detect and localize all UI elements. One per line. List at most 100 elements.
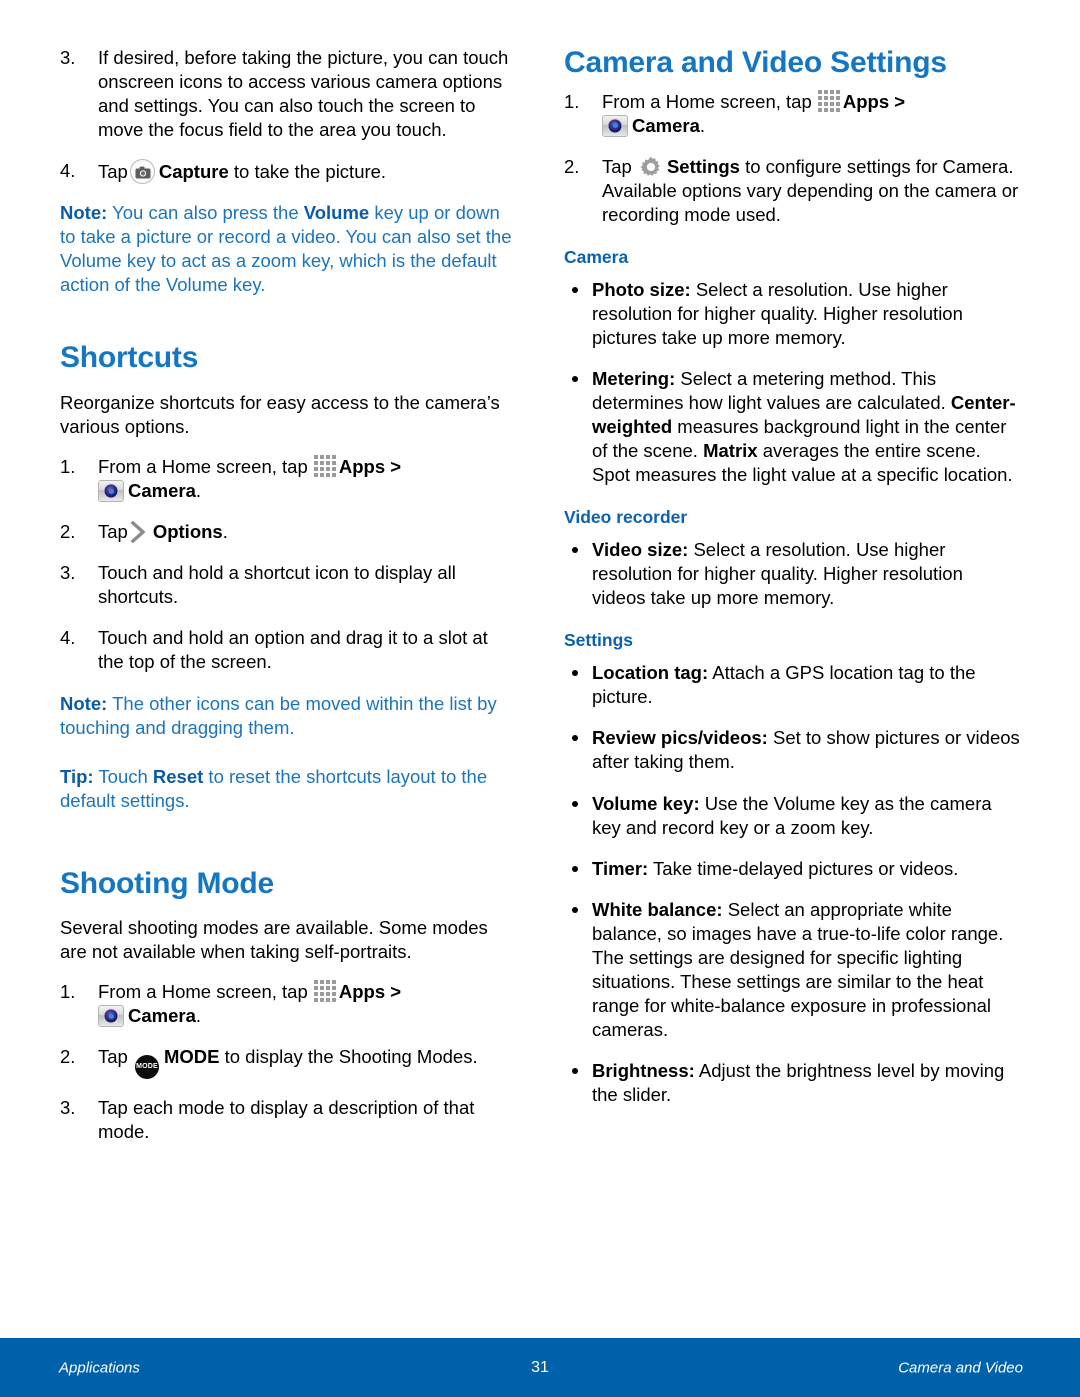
option-term: Timer [592,857,643,879]
step-number: 3. [60,47,76,68]
page-title-camera-video-settings: Camera and Video Settings [564,46,947,79]
option-term: Metering [592,367,670,389]
step-text-lead: From a Home screen, tap [602,90,812,112]
note-label: Note [60,202,102,224]
options-label: Options [152,521,223,543]
step-text-tail: to take the picture. [233,161,387,183]
list-item: Volume key: Use the Volume key as the ca… [564,792,1020,840]
option-term: Volume key [592,792,694,814]
right-column: Camera and Video Settings 1. From a Home … [564,46,1020,1162]
option-term: Brightness [592,1059,689,1081]
step-text: Tap each mode to display a description o… [98,1097,475,1143]
settings-options-list: Location tag: Attach a GPS location tag … [564,661,1020,1107]
chevron-arrow-text: > [894,90,906,112]
list-item: Timer: Take time-delayed pictures or vid… [564,857,1020,881]
mode-icon: MODE [134,1055,159,1080]
step-number: 3. [60,1097,76,1119]
chevron-right-icon [130,520,147,544]
option-term: Location tag [592,662,702,684]
camera-label: Camera [632,114,700,136]
list-item: 2. Tap Settings to configure settings for… [564,155,1020,227]
list-item: Location tag: Attach a GPS location tag … [564,661,1020,709]
settings-label: Settings [666,155,740,177]
note-part1: You can also press the [107,202,304,224]
step-number: 1. [60,456,76,478]
list-item: 1. From a Home screen, tap Apps > Camera. [60,980,516,1028]
step-number: 2. [564,155,580,177]
list-item: 4. Tap Capture to take the picture. [60,159,516,185]
list-item: Photo size: Select a resolution. Use hig… [564,278,1020,350]
apps-grid-icon [313,980,336,1003]
tip-part1: Touch [93,765,153,787]
apps-label: Apps [338,981,386,1003]
shooting-mode-intro: Several shooting modes are available. So… [60,917,488,963]
footer-chapter-label: Camera and Video [898,1359,1023,1376]
note-other-icons: Note: The other icons can be moved withi… [60,692,516,740]
camera-app-icon [98,480,124,503]
option-term: Photo size [592,278,685,300]
two-column-layout: 3. If desired, before taking the picture,… [60,46,1020,1162]
subheading-video-recorder: Video recorder [564,507,688,528]
page-title-shortcuts: Shortcuts [60,341,199,375]
tip-bold-reset: Reset [152,765,204,787]
period: . [195,1005,202,1027]
video-options-list: Video size: Select a resolution. Use hig… [564,538,1020,610]
list-item: Brightness: Adjust the brightness level … [564,1059,1020,1107]
manual-page: 3. If desired, before taking the picture,… [0,0,1080,1397]
page-footer: Applications 31 Camera and Video [0,1338,1080,1397]
shortcuts-steps-list: 1. From a Home screen, tap Apps > Camera.… [60,455,516,674]
period: . [222,521,228,543]
chevron-arrow-text: > [390,456,402,478]
step-text-lead: Tap [98,161,128,183]
option-description: Take time-delayed pictures or videos. [648,857,959,879]
list-item: 1. From a Home screen, tap Apps > Camera. [564,89,1020,138]
list-item: 2. Tap Options. [60,520,516,544]
step-text-tail: to display the Shooting Modes. [224,1046,478,1068]
camera-settings-steps-list: 1. From a Home screen, tap Apps > Camera.… [564,89,1020,227]
step-text-lead: Tap [98,521,128,543]
camera-label: Camera [128,480,196,502]
apps-grid-icon [313,455,336,478]
step-number: 2. [60,1046,76,1068]
list-item: White balance: Select an appropriate whi… [564,898,1020,1042]
step-text: Touch and hold a shortcut icon to displa… [98,562,456,608]
camera-app-icon [602,114,628,137]
subheading-camera: Camera [564,246,629,267]
list-item: Video size: Select a resolution. Use hig… [564,538,1020,610]
apps-grid-icon [817,89,840,112]
list-item: 3. If desired, before taking the picture,… [60,46,516,142]
period: . [699,114,706,136]
step-number: 1. [564,90,580,112]
step-number: 3. [60,562,76,584]
tip-label: Tip [60,765,88,787]
option-term: Review pics/videos [592,727,762,749]
period: . [195,480,202,502]
list-item: Review pics/videos: Set to show pictures… [564,726,1020,774]
step-number: 4. [60,160,76,182]
list-item: 3. Tap each mode to display a description… [60,1096,516,1144]
camera-label: Camera [128,1005,196,1027]
list-item: 4. Touch and hold an option and drag it t… [60,626,516,674]
shooting-mode-steps-list: 1. From a Home screen, tap Apps > Camera.… [60,980,516,1144]
tip-reset: Tip: Touch Reset to reset the shortcuts … [60,765,516,813]
step-number: 4. [60,627,76,649]
step-text-lead: From a Home screen, tap [98,456,308,478]
step-text-tail: to configure settings for Camera. Availa… [602,155,1019,225]
page-title-shooting-mode: Shooting Mode [60,866,275,900]
capture-steps-list: 3. If desired, before taking the picture,… [60,46,516,185]
apps-label: Apps [338,456,386,478]
step-text: If desired, before taking the picture, y… [98,47,509,141]
apps-label: Apps [842,90,890,112]
camera-app-icon [98,1005,124,1028]
camera-options-list: Photo size: Select a resolution. Use hig… [564,278,1020,487]
option-term: Video size [592,539,683,561]
step-text-bold: Capture [158,161,229,183]
note-label: Note [60,693,102,715]
step-number: 1. [60,981,76,1003]
note-volume-key: Note: You can also press the Volume key … [60,201,516,297]
shortcuts-intro: Reorganize shortcuts for easy access to … [60,392,500,438]
step-number: 2. [60,521,76,543]
note-bold-volume: Volume [303,202,370,224]
step-text-lead: Tap [602,155,632,177]
mode-label: MODE [163,1046,220,1068]
